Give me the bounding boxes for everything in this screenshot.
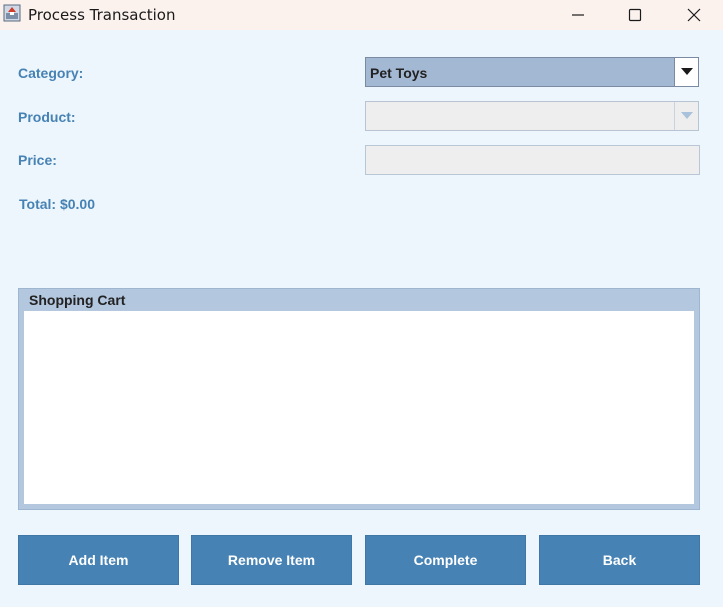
title-bar: Process Transaction xyxy=(0,0,723,30)
category-dropdown-arrow[interactable] xyxy=(674,58,698,86)
shopping-cart-list[interactable] xyxy=(24,311,694,504)
maximize-button[interactable] xyxy=(612,0,658,30)
complete-button[interactable]: Complete xyxy=(365,535,526,585)
category-dropdown[interactable]: Pet Toys xyxy=(365,57,699,87)
category-selected-value: Pet Toys xyxy=(370,65,428,81)
maximize-icon xyxy=(628,8,642,22)
remove-item-button[interactable]: Remove Item xyxy=(191,535,352,585)
price-field xyxy=(365,145,700,175)
chevron-down-icon xyxy=(680,112,693,119)
product-label: Product: xyxy=(18,109,76,125)
window-title: Process Transaction xyxy=(28,6,176,24)
shopping-cart-title: Shopping Cart xyxy=(29,292,126,308)
close-button[interactable] xyxy=(671,0,717,30)
total-label: Total: $0.00 xyxy=(19,196,95,212)
chevron-down-icon xyxy=(680,68,693,75)
price-label: Price: xyxy=(18,152,57,168)
back-button[interactable]: Back xyxy=(539,535,700,585)
category-label: Category: xyxy=(18,65,84,81)
product-dropdown-arrow[interactable] xyxy=(674,102,698,130)
shopping-cart-panel: Shopping Cart xyxy=(18,288,700,510)
minimize-icon xyxy=(572,14,584,16)
product-dropdown[interactable] xyxy=(365,101,699,131)
process-transaction-window: Process Transaction Category: Pet Toys P… xyxy=(0,0,723,607)
add-item-button[interactable]: Add Item xyxy=(18,535,179,585)
close-icon xyxy=(687,8,701,22)
minimize-button[interactable] xyxy=(555,0,601,30)
app-icon xyxy=(3,4,21,22)
